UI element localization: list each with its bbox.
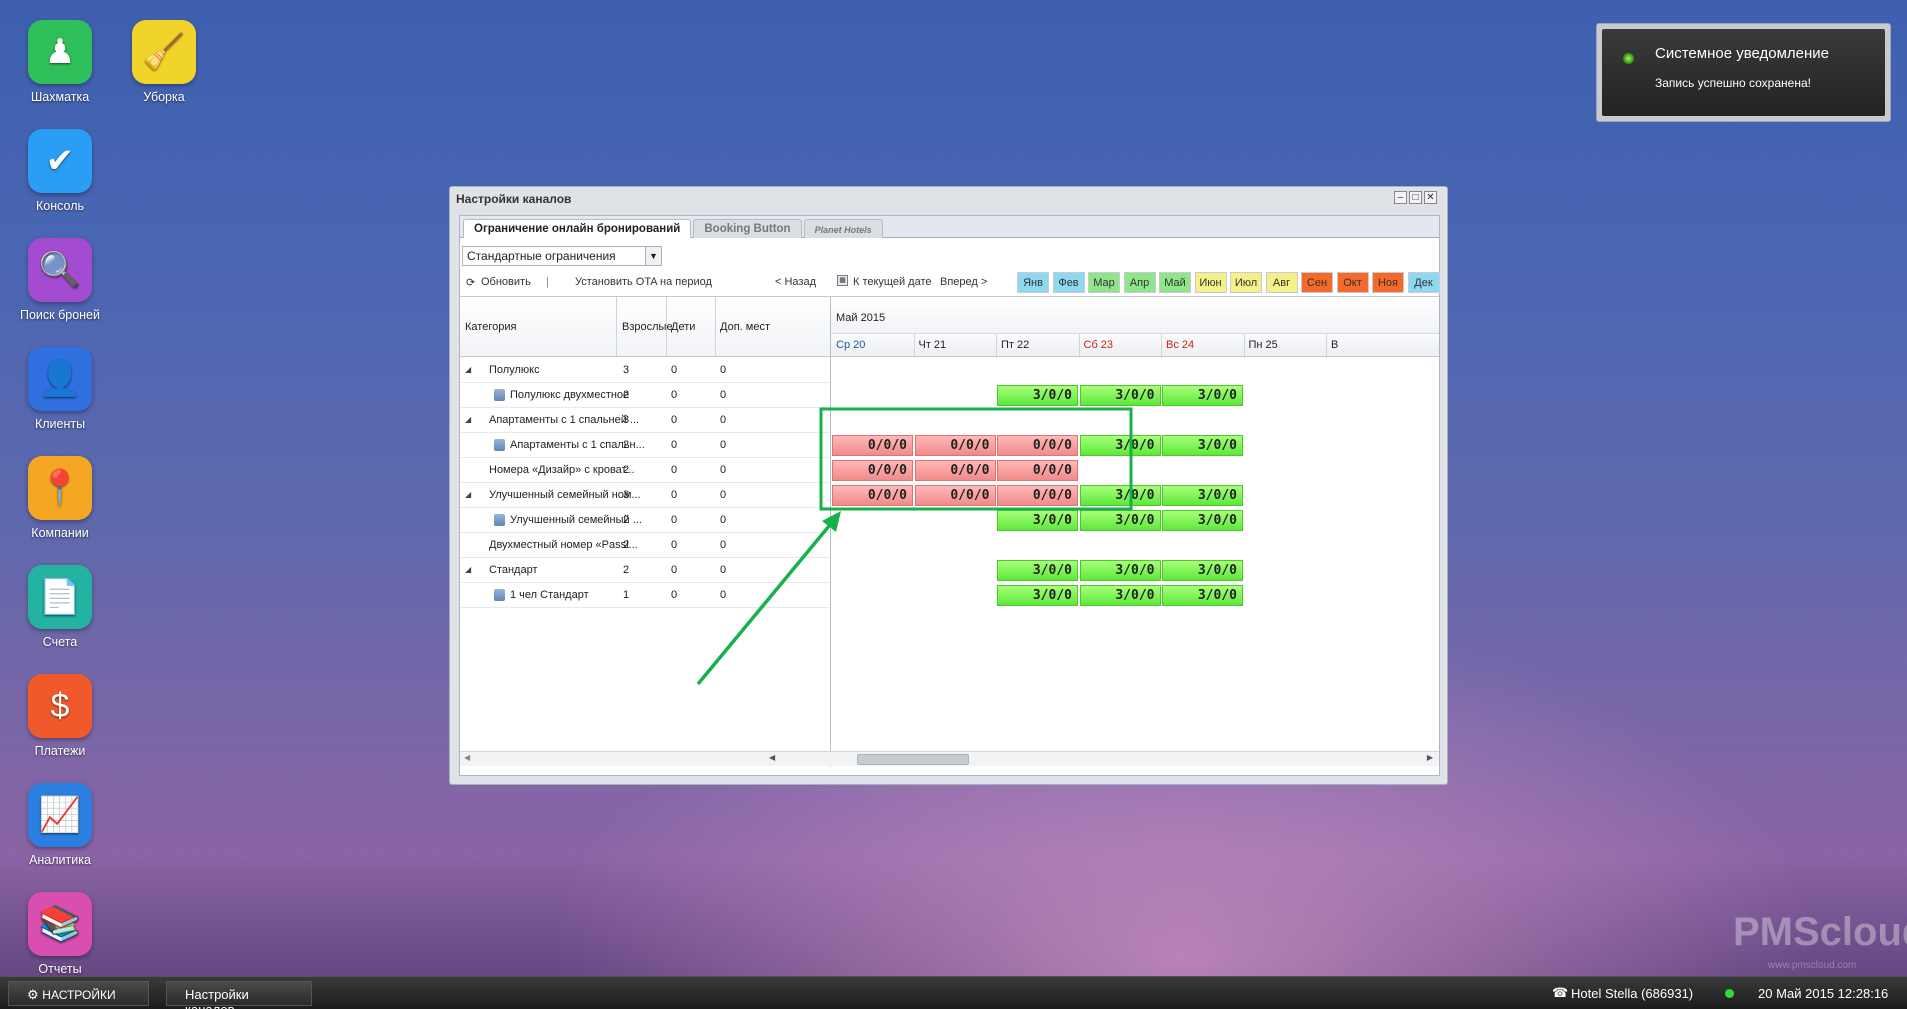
- settings-label: НАСТРОЙКИ: [42, 988, 116, 1002]
- annotation-overlay: [696, 407, 1133, 686]
- settings-start-button[interactable]: ⚙ НАСТРОЙКИ: [8, 981, 149, 1006]
- highlight-box: [819, 407, 1133, 511]
- hotel-icon: ☎: [1552, 985, 1569, 1000]
- pmscloud-logo: PMScloud: [1733, 910, 1907, 954]
- datetime: 20 Май 2015 12:28:16: [1758, 986, 1889, 1001]
- taskbar: ⚙ НАСТРОЙКИ Настройки каналов ☎ Hotel St…: [0, 976, 1907, 1009]
- online-status-icon: [1725, 989, 1734, 998]
- hotel-name[interactable]: Hotel Stella (686931): [1571, 986, 1693, 1001]
- taskbar-window-button[interactable]: Настройки каналов: [166, 981, 312, 1009]
- gear-icon: ⚙: [27, 987, 39, 1002]
- pmscloud-url: www.pmscloud.com: [1768, 960, 1857, 971]
- arrow-line: [696, 518, 836, 686]
